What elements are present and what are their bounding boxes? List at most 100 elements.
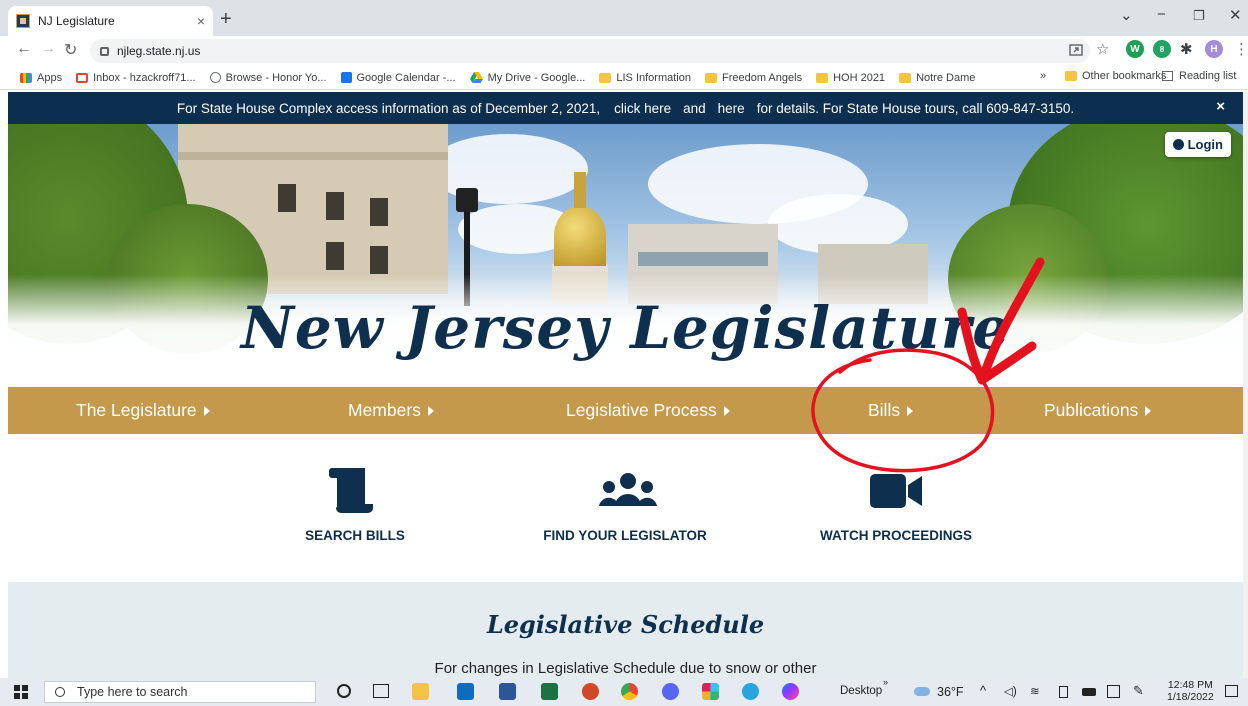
watch-proceedings-label: WATCH PROCEEDINGS	[819, 528, 972, 543]
caret-right-icon	[1145, 406, 1152, 417]
wifi-icon[interactable]: ≋	[1030, 684, 1040, 698]
click-here-link[interactable]: click here	[614, 101, 671, 116]
weather-cloud-icon[interactable]	[914, 687, 930, 696]
network-icon[interactable]	[1107, 685, 1120, 698]
close-banner-button[interactable]: ×	[1216, 98, 1225, 115]
cortana-icon[interactable]	[337, 684, 351, 698]
folder-icon	[816, 72, 829, 83]
messenger-icon[interactable]	[782, 683, 799, 700]
calendar-icon	[340, 72, 352, 83]
nav-members[interactable]: Members	[348, 400, 434, 421]
excel-icon[interactable]	[541, 683, 558, 700]
caret-right-icon	[723, 406, 730, 417]
lock-icon	[100, 46, 109, 56]
browser-tab[interactable]: NJ Legislature ×	[8, 6, 213, 36]
restore-button[interactable]: ❐	[1193, 8, 1205, 24]
drive-icon	[469, 72, 483, 83]
alert-and: and	[683, 100, 706, 116]
pen-icon[interactable]: ✎	[1133, 683, 1144, 699]
folder-icon	[1065, 71, 1077, 81]
reload-icon[interactable]: ↻	[64, 40, 77, 60]
globe-icon	[209, 72, 221, 83]
bookmark-apps[interactable]: Apps	[20, 72, 62, 84]
login-button[interactable]: Login	[1164, 132, 1231, 157]
tab-search-icon[interactable]: ⌄	[1120, 6, 1133, 24]
clock[interactable]: 12:48 PM 1/18/2022	[1167, 679, 1214, 703]
gmail-icon	[76, 72, 89, 83]
weather-temperature[interactable]: 36°F	[937, 685, 964, 699]
search-icon	[55, 687, 65, 697]
folder-icon	[599, 72, 612, 83]
nav-the-legislature[interactable]: The Legislature	[76, 400, 210, 421]
hero-banner: New Jersey Legislature Login	[8, 124, 1243, 386]
discord-icon[interactable]	[662, 683, 679, 700]
show-hidden-icons-chevron-icon[interactable]: ^	[980, 683, 986, 698]
reading-list[interactable]: Reading list	[1162, 70, 1236, 82]
forward-arrow-icon[interactable]: →	[40, 40, 56, 58]
bookmark-drive[interactable]: My Drive - Google...	[469, 72, 585, 84]
tab-close-icon[interactable]: ×	[197, 13, 205, 29]
schedule-notice: For changes in Legislative Schedule due …	[434, 660, 817, 677]
volume-icon[interactable]: ◁)	[1004, 684, 1017, 698]
bookmark-browse[interactable]: Browse - Honor Yo...	[209, 72, 327, 84]
schedule-title: Legislative Schedule	[486, 610, 765, 639]
bookmark-freedom-angels[interactable]: Freedom Angels	[704, 72, 802, 84]
minimize-button[interactable]: −	[1157, 6, 1166, 23]
toolbar-overflow[interactable]: »	[883, 677, 888, 687]
here-link[interactable]: here	[718, 101, 745, 116]
clock-time: 12:48 PM	[1167, 679, 1213, 691]
new-tab-button[interactable]: +	[220, 8, 232, 31]
bookmark-notre-dame[interactable]: Notre Dame	[899, 72, 975, 84]
windows-start-icon[interactable]	[14, 685, 28, 699]
share-icon[interactable]	[1068, 42, 1084, 58]
caret-right-icon	[427, 406, 434, 417]
nj-favicon-icon	[16, 14, 30, 28]
notifications-icon[interactable]	[1225, 685, 1238, 697]
battery-icon[interactable]	[1082, 688, 1096, 696]
windows-taskbar: Type here to search Desktop » 36°F ^ ◁) …	[0, 677, 1248, 706]
telegram-icon[interactable]	[742, 683, 759, 700]
nav-publications[interactable]: Publications	[1044, 400, 1152, 421]
nav-legislative-process[interactable]: Legislative Process	[566, 400, 730, 421]
find-your-legislator-label: FIND YOUR LEGISLATOR	[543, 528, 707, 543]
bookmarks-bar: Apps Inbox - hzackroff71... Browse - Hon…	[0, 66, 1248, 90]
alert-text: For State House Complex access informati…	[176, 100, 601, 116]
taskbar-search-box[interactable]: Type here to search	[44, 681, 316, 703]
file-explorer-icon[interactable]	[412, 683, 429, 700]
desktop-toolbar-label[interactable]: Desktop	[840, 685, 882, 697]
nav-bills[interactable]: Bills	[868, 400, 914, 421]
video-camera-icon	[870, 474, 922, 508]
user-circle-icon	[1172, 139, 1184, 150]
bookmark-star-icon[interactable]: ☆	[1096, 40, 1109, 58]
profile-avatar[interactable]: H	[1205, 40, 1223, 58]
folder-icon	[704, 72, 717, 83]
bookmark-inbox[interactable]: Inbox - hzackroff71...	[76, 72, 196, 84]
legislative-schedule-section: Legislative Schedule For changes in Legi…	[8, 582, 1243, 678]
powerpoint-icon[interactable]	[582, 683, 599, 700]
search-bills-label: SEARCH BILLS	[305, 528, 405, 543]
page-scrollbar[interactable]	[1243, 92, 1248, 678]
word-icon[interactable]	[499, 683, 516, 700]
close-window-button[interactable]: ✕	[1229, 6, 1242, 24]
site-title[interactable]: New Jersey Legislature	[8, 294, 1243, 362]
find-your-legislator-link[interactable]: FIND YOUR LEGISLATOR	[530, 466, 720, 546]
extensions-puzzle-icon[interactable]: ✱	[1180, 40, 1193, 58]
slack-icon[interactable]	[702, 683, 719, 700]
caret-right-icon	[907, 406, 914, 417]
grammarly-extension-icon[interactable]: W	[1126, 40, 1144, 58]
extension-badge-icon[interactable]: 8	[1153, 40, 1171, 58]
chrome-menu-icon[interactable]: ⋮	[1234, 40, 1248, 58]
bookmark-lis-information[interactable]: LIS Information	[599, 72, 691, 84]
bookmarks-overflow-button[interactable]: »	[1040, 70, 1046, 82]
back-arrow-icon[interactable]: ←	[16, 40, 32, 58]
watch-proceedings-link[interactable]: WATCH PROCEEDINGS	[816, 466, 976, 546]
bookmark-calendar[interactable]: Google Calendar -...	[340, 72, 456, 84]
outlook-icon[interactable]	[457, 683, 474, 700]
bookmark-hoh-2021[interactable]: HOH 2021	[816, 72, 885, 84]
task-view-icon[interactable]	[373, 684, 389, 698]
other-bookmarks[interactable]: Other bookmarks	[1065, 70, 1166, 82]
address-bar[interactable]: njleg.state.nj.us	[90, 39, 1090, 63]
chrome-icon[interactable]	[621, 683, 638, 700]
device-icon[interactable]	[1059, 686, 1068, 698]
search-bills-link[interactable]: SEARCH BILLS	[290, 466, 420, 546]
